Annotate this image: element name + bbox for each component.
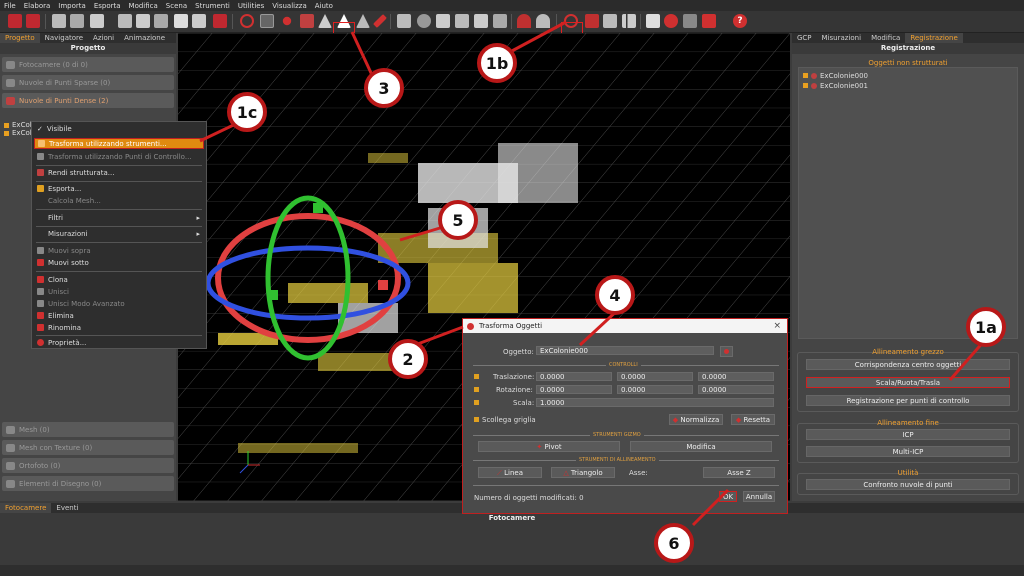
callout-6: 6	[654, 523, 694, 563]
callout-1b: 1b	[477, 43, 517, 83]
arrow-5	[399, 226, 441, 242]
arrow-6	[691, 488, 730, 527]
callout-3: 3	[364, 68, 404, 108]
arrow-1b	[509, 20, 567, 54]
arrow-2	[414, 325, 464, 347]
callout-1a: 1a	[966, 307, 1006, 347]
callout-4: 4	[595, 275, 635, 315]
callout-5: 5	[438, 200, 478, 240]
annotation-arrows	[199, 20, 987, 527]
arrow-3	[350, 31, 374, 76]
callout-1c: 1c	[227, 92, 267, 132]
callout-2: 2	[388, 339, 428, 379]
